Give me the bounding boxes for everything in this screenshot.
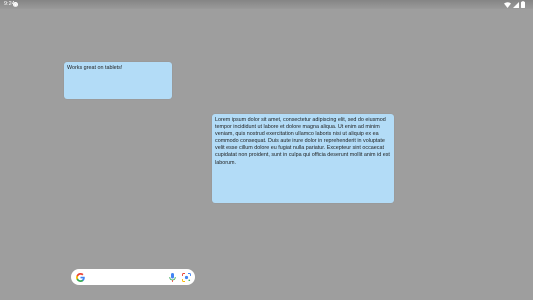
cell-signal-icon — [513, 1, 519, 8]
wifi-icon — [504, 1, 511, 8]
google-g-icon — [76, 272, 85, 282]
status-icons — [504, 1, 525, 8]
note-card[interactable]: Lorem ipsum dolor sit amet, consectetur … — [212, 114, 394, 203]
battery-icon — [521, 1, 525, 8]
note-text: Lorem ipsum dolor sit amet, consectetur … — [215, 117, 390, 166]
circle-notification-icon: ◌ — [13, 1, 18, 7]
search-bar[interactable] — [71, 269, 195, 285]
lens-icon[interactable] — [182, 272, 191, 282]
note-text: Works great on tablets! — [67, 65, 123, 71]
note-card[interactable]: Works great on tablets! — [64, 62, 172, 99]
mic-icon[interactable] — [169, 272, 176, 282]
status-bar: 9:24 ◌ — [0, 0, 533, 9]
